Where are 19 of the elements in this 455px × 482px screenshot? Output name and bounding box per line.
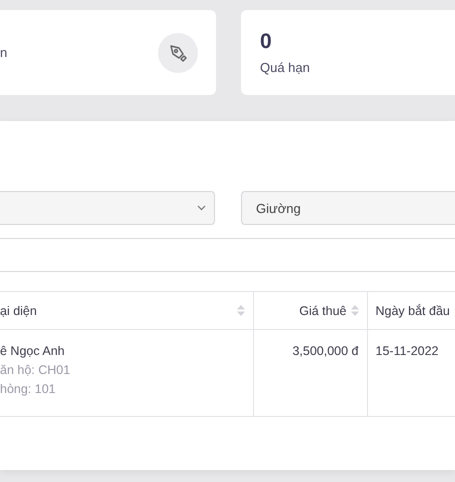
stat-label: Quá hạn bbox=[260, 60, 310, 75]
column-header[interactable]: ại diện bbox=[0, 292, 253, 330]
tenant-detail: ăn hộ: CH01 bbox=[0, 362, 72, 379]
pen-nib-icon bbox=[158, 32, 198, 72]
tenant-detail: hòng: 101 bbox=[0, 381, 57, 398]
stat-value: 0 bbox=[260, 30, 273, 54]
column-label: Ngày bắt đầu bbox=[376, 304, 450, 318]
sort-icon[interactable] bbox=[236, 305, 244, 316]
tenant-name: ê Ngọc Anh bbox=[0, 344, 65, 358]
table-cell: 15-11-2022 bbox=[367, 330, 455, 416]
stat-label: n bbox=[0, 45, 8, 60]
chevron-down-icon bbox=[197, 205, 206, 211]
sort-icon[interactable] bbox=[350, 305, 358, 316]
column-header[interactable]: Giá thuê bbox=[253, 292, 367, 330]
table-cell: 3,500,000 đ bbox=[253, 330, 367, 416]
bed-input-field[interactable]: Giường bbox=[241, 191, 455, 225]
column-label: ại diện bbox=[0, 304, 37, 318]
select-field[interactable] bbox=[0, 191, 215, 225]
column-label: Giá thuê bbox=[299, 304, 346, 318]
